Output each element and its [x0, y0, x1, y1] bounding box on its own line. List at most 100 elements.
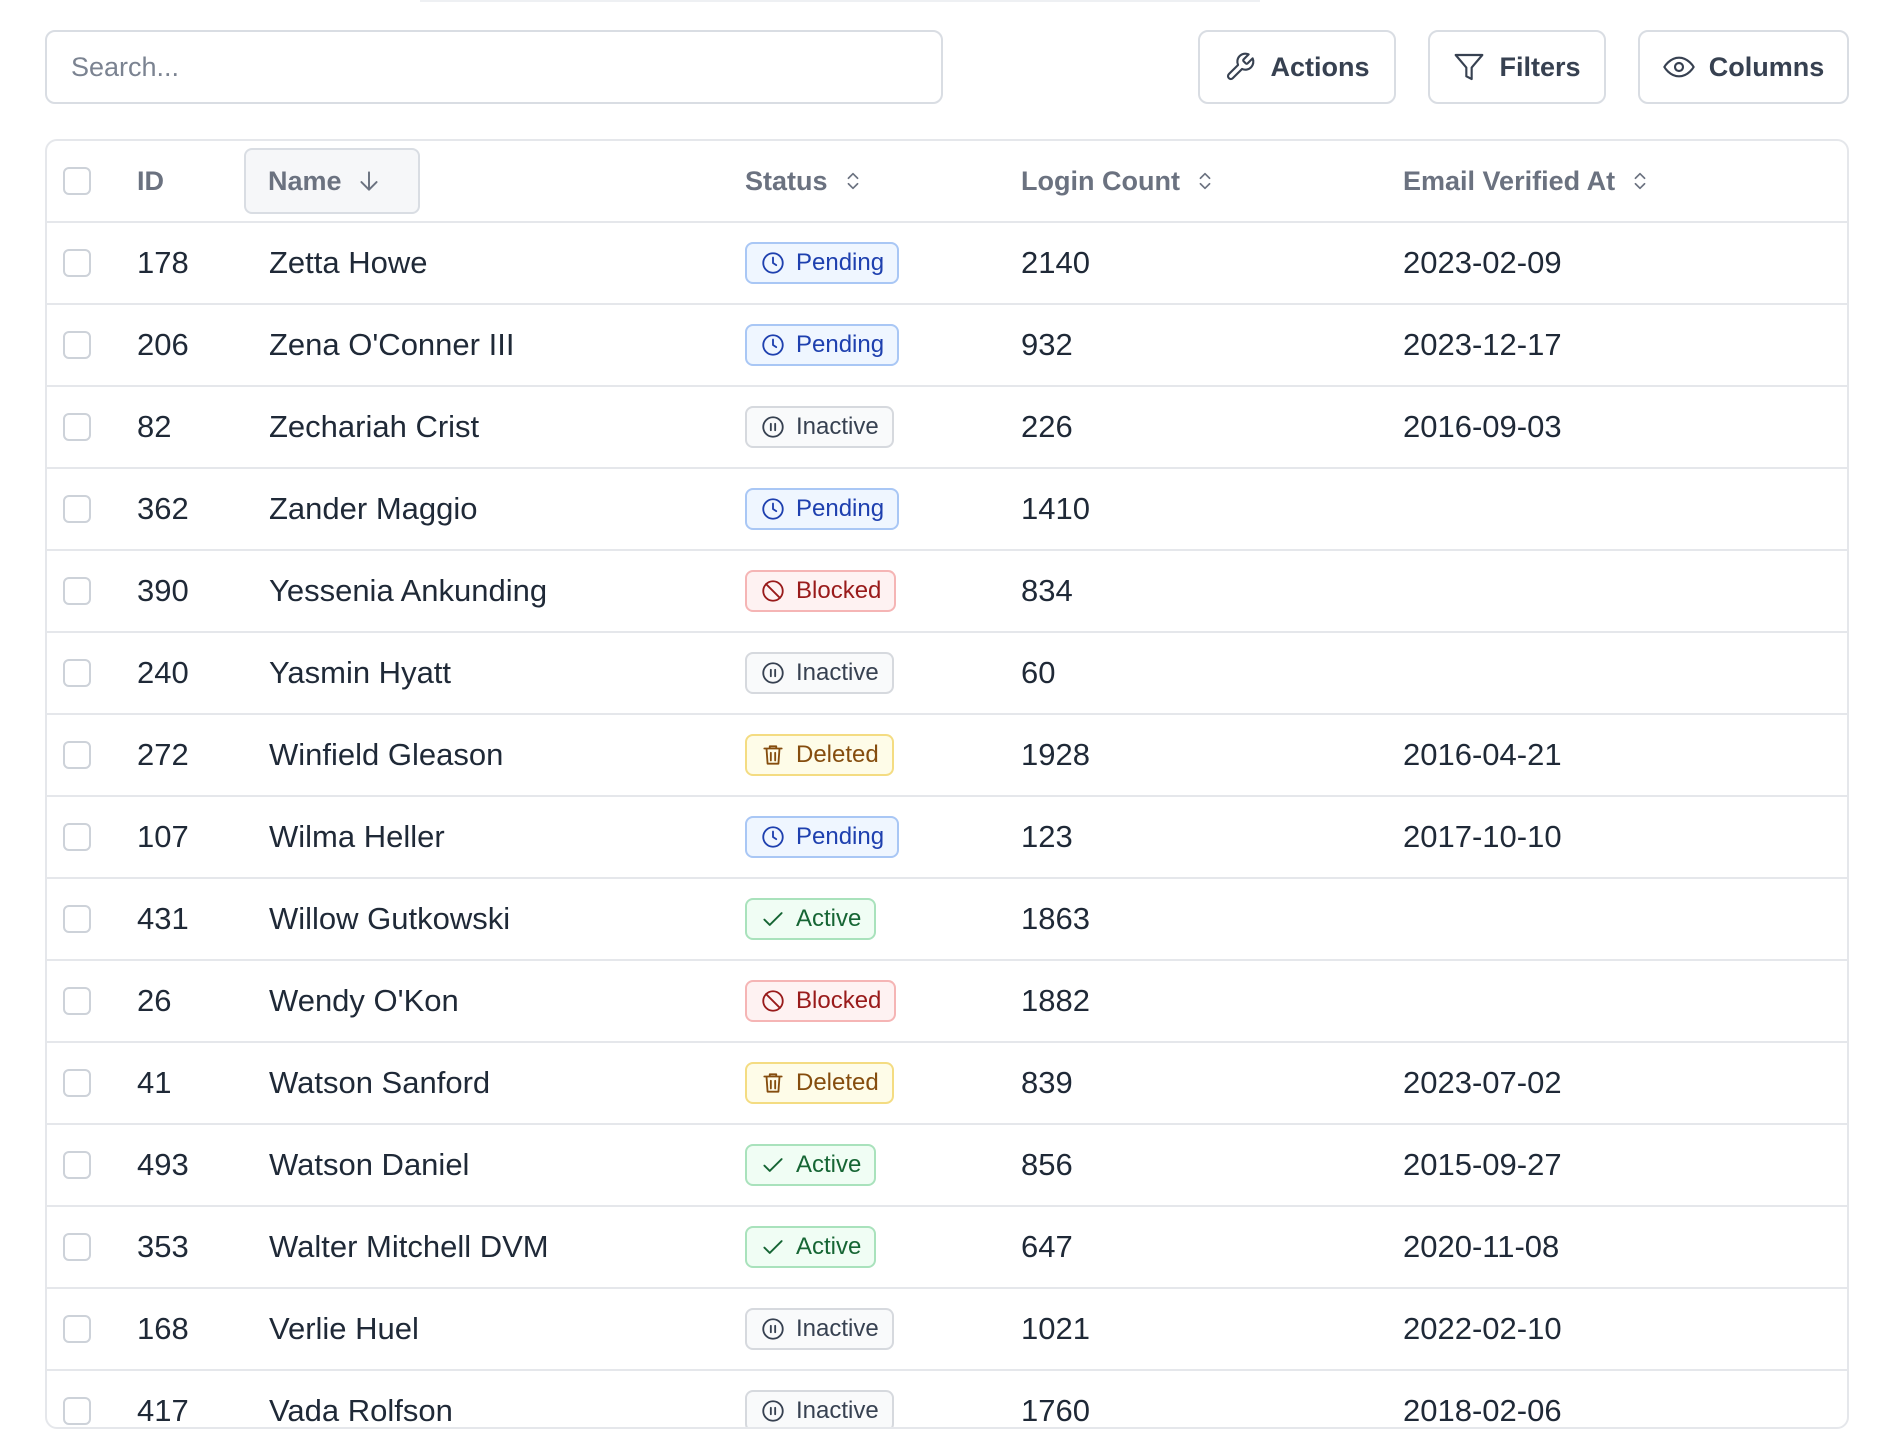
cell-login-count: 1882: [1021, 983, 1090, 1018]
cell-login-count: 856: [1021, 1147, 1073, 1182]
check-icon: [763, 1158, 783, 1172]
row-checkbox[interactable]: [63, 495, 91, 523]
table-row[interactable]: 362 Zander Maggio Pending 1410: [47, 469, 1847, 551]
cell-login-count: 123: [1021, 819, 1073, 854]
cell-status: Blocked: [745, 551, 897, 631]
cell-status: Inactive: [745, 633, 894, 713]
cell-name: Willow Gutkowski: [269, 901, 511, 936]
row-checkbox[interactable]: [63, 249, 91, 277]
status-label: Deleted: [796, 1069, 879, 1096]
row-checkbox[interactable]: [63, 987, 91, 1015]
table-row[interactable]: 168 Verlie Huel Inactive 1021 2022-02-10: [47, 1289, 1847, 1371]
cell-name: Watson Sanford: [269, 1065, 491, 1100]
row-checkbox[interactable]: [63, 741, 91, 769]
cell-status: Inactive: [745, 1289, 894, 1369]
cell-login-count: 60: [1021, 655, 1056, 690]
cell-name: Zander Maggio: [269, 491, 478, 526]
pause-circle-icon: [762, 1318, 784, 1340]
table-row[interactable]: 353 Walter Mitchell DVM Active 647 2020-11-0…: [47, 1207, 1847, 1289]
header-login-count[interactable]: Login Count: [1021, 141, 1216, 221]
columns-label: Columns: [1708, 51, 1825, 82]
status-badge: Pending: [745, 488, 900, 530]
pause-circle-icon: [762, 416, 784, 438]
row-checkbox[interactable]: [63, 1151, 91, 1179]
status-badge: Inactive: [745, 1390, 894, 1427]
cell-login-count: 1863: [1021, 901, 1090, 936]
cell-status: Deleted: [745, 715, 894, 795]
row-checkbox[interactable]: [63, 1069, 91, 1097]
cell-id: 353: [137, 1229, 189, 1264]
status-label: Active: [796, 1151, 862, 1178]
actions-label: Actions: [1270, 51, 1370, 82]
actions-button[interactable]: Actions: [1198, 30, 1396, 104]
row-checkbox[interactable]: [63, 577, 91, 605]
search-input[interactable]: [45, 30, 943, 104]
row-checkbox[interactable]: [63, 1397, 91, 1425]
header-login-count-label: Login Count: [1021, 165, 1180, 196]
status-label: Inactive: [796, 413, 879, 440]
status-badge: Inactive: [745, 1308, 894, 1350]
table-row[interactable]: 272 Winfield Gleason Deleted 1928 2016-04-21: [47, 715, 1847, 797]
header-name-sort-button[interactable]: Name: [244, 148, 420, 214]
cell-id: 493: [137, 1147, 189, 1182]
table-row[interactable]: 417 Vada Rolfson Inactive 1760 2018-02-06: [47, 1371, 1847, 1428]
status-badge: Pending: [745, 242, 900, 284]
cell-id: 362: [137, 491, 189, 526]
row-checkbox[interactable]: [63, 413, 91, 441]
row-checkbox[interactable]: [63, 823, 91, 851]
cell-login-count: 1760: [1021, 1393, 1090, 1428]
row-checkbox[interactable]: [63, 1315, 91, 1343]
table-row[interactable]: 26 Wendy O'Kon Blocked 1882: [47, 961, 1847, 1043]
filters-button[interactable]: Filters: [1428, 30, 1606, 104]
cell-email-verified-at: 2015-09-27: [1403, 1147, 1562, 1182]
status-badge: Blocked: [745, 570, 897, 612]
cell-login-count: 839: [1021, 1065, 1073, 1100]
clock-icon: [762, 334, 784, 356]
clock-icon: [762, 498, 784, 520]
cell-name: Zechariah Crist: [269, 409, 480, 444]
status-label: Inactive: [796, 1315, 879, 1342]
cell-id: 107: [137, 819, 189, 854]
table-row[interactable]: 431 Willow Gutkowski Active 1863: [47, 879, 1847, 961]
status-badge: Active: [745, 1226, 877, 1268]
cell-id: 26: [137, 983, 172, 1018]
table-row[interactable]: 493 Watson Daniel Active 856 2015-09-27: [47, 1125, 1847, 1207]
header-email-verified-at[interactable]: Email Verified At: [1403, 141, 1651, 221]
row-checkbox[interactable]: [63, 331, 91, 359]
table-row[interactable]: 240 Yasmin Hyatt Inactive 60: [47, 633, 1847, 715]
status-badge: Active: [745, 898, 877, 940]
table-row[interactable]: 41 Watson Sanford Deleted 839 2023-07-02: [47, 1043, 1847, 1125]
table-row[interactable]: 390 Yessenia Ankunding Blocked 834: [47, 551, 1847, 633]
wrench-icon: [1227, 52, 1255, 81]
filters-label: Filters: [1499, 51, 1581, 82]
table-row[interactable]: 82 Zechariah Crist Inactive 226 2016-09-03: [47, 387, 1847, 469]
status-badge: Pending: [745, 816, 900, 858]
header-email-verified-at-label: Email Verified At: [1403, 165, 1616, 196]
header-id-label: ID: [137, 165, 164, 196]
status-badge: Blocked: [745, 980, 897, 1022]
cell-login-count: 1021: [1021, 1311, 1090, 1346]
cell-login-count: 2140: [1021, 245, 1090, 280]
cell-id: 178: [137, 245, 189, 280]
status-label: Pending: [796, 823, 885, 850]
row-checkbox[interactable]: [63, 659, 91, 687]
columns-button[interactable]: Columns: [1638, 30, 1849, 104]
table-row[interactable]: 107 Wilma Heller Pending 123 2017-10-10: [47, 797, 1847, 879]
header-status[interactable]: Status: [745, 141, 864, 221]
table-row[interactable]: 178 Zetta Howe Pending 2140 2023-02-09: [47, 223, 1847, 305]
pause-circle-icon: [762, 662, 784, 684]
clock-icon: [762, 252, 784, 274]
status-badge: Inactive: [745, 406, 894, 448]
cell-name: Wilma Heller: [269, 819, 445, 854]
cell-id: 390: [137, 573, 189, 608]
status-label: Blocked: [796, 987, 882, 1014]
table-row[interactable]: 206 Zena O'Conner III Pending 932 2023-12-17: [47, 305, 1847, 387]
status-badge: Deleted: [745, 1062, 894, 1104]
row-checkbox[interactable]: [63, 905, 91, 933]
row-checkbox[interactable]: [63, 1233, 91, 1261]
cell-email-verified-at: 2018-02-06: [1403, 1393, 1562, 1428]
ban-icon: [762, 990, 784, 1012]
trash-icon: [763, 1073, 783, 1093]
cell-login-count: 1928: [1021, 737, 1090, 772]
select-all-checkbox[interactable]: [63, 167, 91, 195]
